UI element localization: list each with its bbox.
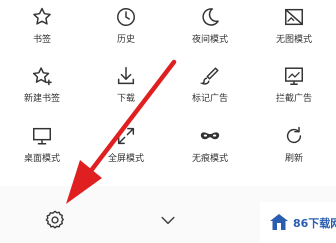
- menu-item-label: 无图模式: [275, 35, 312, 45]
- menu-item-bookmarks[interactable]: 书签: [0, 0, 84, 56]
- menu-item-label: 全屏模式: [107, 154, 144, 164]
- fullscreen-icon: [117, 127, 135, 145]
- house-logo-icon: [270, 214, 288, 230]
- menu-item-no-image-mode[interactable]: 无图模式: [252, 0, 336, 56]
- browser-menu-panel: 书签 历史 夜间模式 无图模式 新建书签 下载 标记广告 拦截广告 桌面模式 全…: [0, 0, 336, 243]
- menu-item-label: 桌面模式: [23, 154, 60, 164]
- menu-item-label: 拦截广告: [275, 94, 312, 104]
- watermark: 86下载网: [260, 202, 336, 243]
- menu-item-add-bookmark[interactable]: 新建书签: [0, 59, 84, 115]
- menu-item-label: 夜间模式: [191, 35, 228, 45]
- menu-item-block-ads[interactable]: 拦截广告: [252, 59, 336, 115]
- desktop-icon: [33, 127, 51, 145]
- moon-icon: [202, 8, 219, 26]
- menu-item-label: 历史: [116, 35, 135, 45]
- menu-item-label: 刷新: [284, 154, 303, 164]
- menu-item-fullscreen-mode[interactable]: 全屏模式: [84, 119, 168, 175]
- collapse-menu-button[interactable]: [158, 210, 178, 230]
- download-icon: [117, 67, 135, 85]
- star-plus-icon: [32, 67, 52, 86]
- mask-icon: [200, 132, 220, 140]
- menu-item-night-mode[interactable]: 夜间模式: [168, 0, 252, 56]
- menu-item-desktop-mode[interactable]: 桌面模式: [0, 119, 84, 175]
- menu-item-downloads[interactable]: 下载: [84, 59, 168, 115]
- star-icon: [33, 7, 51, 25]
- gear-icon: [45, 210, 64, 229]
- menu-item-label: 下载: [116, 94, 135, 104]
- menu-item-mark-ads[interactable]: 标记广告: [168, 59, 252, 115]
- clock-icon: [117, 8, 135, 26]
- refresh-icon: [286, 126, 302, 144]
- menu-item-refresh[interactable]: 刷新: [252, 119, 336, 175]
- chevron-down-icon: [161, 216, 175, 225]
- block-ads-icon: [285, 67, 303, 85]
- menu-item-incognito-mode[interactable]: 无痕模式: [168, 119, 252, 175]
- brush-icon: [199, 67, 219, 85]
- menu-item-label: 书签: [32, 35, 51, 45]
- menu-item-label: 标记广告: [191, 94, 228, 104]
- menu-item-history[interactable]: 历史: [84, 0, 168, 56]
- no-image-icon: [285, 8, 303, 26]
- watermark-text: 86下载网: [293, 217, 336, 230]
- settings-button[interactable]: [44, 209, 66, 231]
- menu-item-label: 无痕模式: [191, 154, 228, 164]
- menu-item-label: 新建书签: [23, 94, 60, 104]
